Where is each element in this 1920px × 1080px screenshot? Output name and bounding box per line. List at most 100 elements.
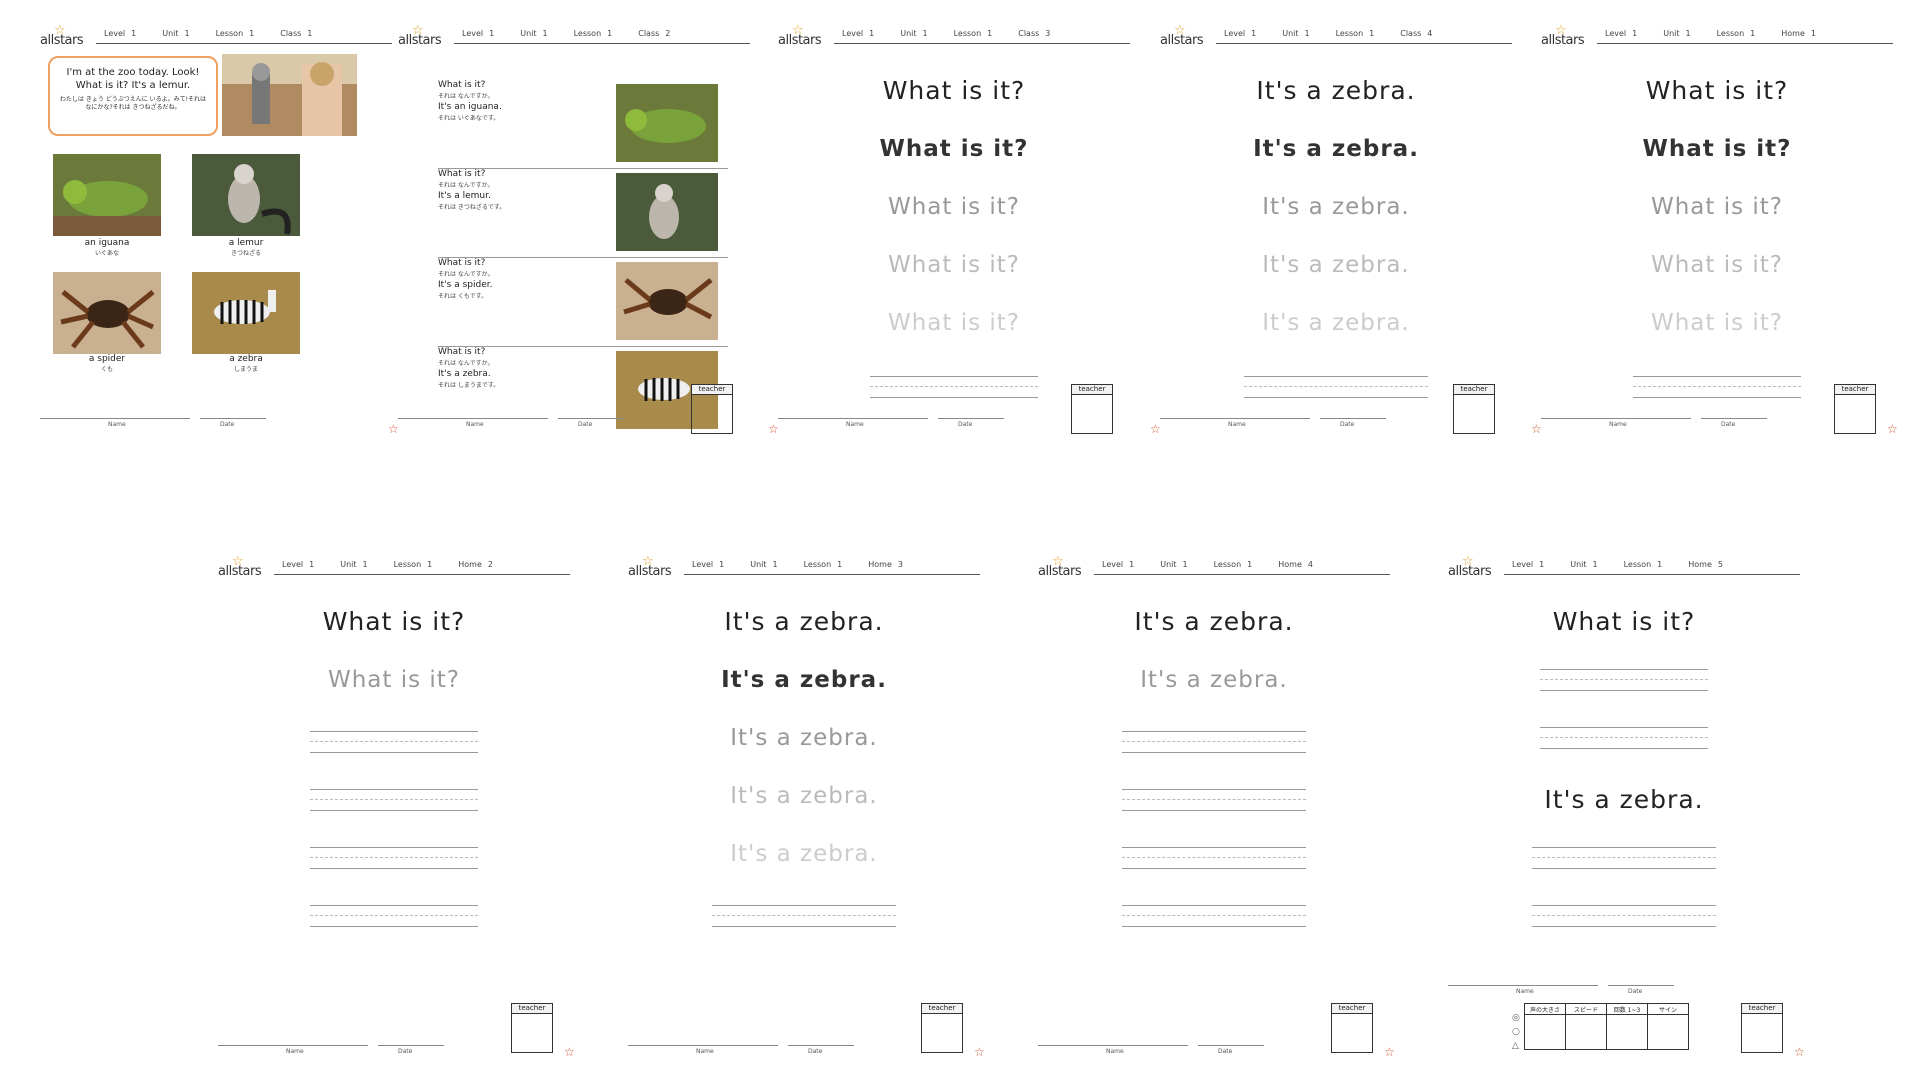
trace-line: It's a zebra. — [1262, 310, 1410, 336]
writing-line[interactable] — [310, 905, 478, 927]
teacher-box: teacher — [511, 1003, 553, 1053]
name-line — [1541, 418, 1691, 419]
eval-marks: ◎ ○ △ — [1512, 1013, 1520, 1051]
name-line — [1448, 985, 1598, 986]
sheet-header: ☆ allstars Level 1 Unit 1 Lesson 1 Home 4 — [1038, 554, 1390, 581]
trace-line: It's a zebra. — [1262, 252, 1410, 278]
writing-line[interactable] — [310, 789, 478, 811]
writing-line[interactable] — [712, 905, 896, 927]
sheet-header: ☆ allstars Level 1 Unit 1 Lesson 1 Home 2 — [218, 554, 570, 581]
trace-line: It's a zebra. — [730, 725, 878, 751]
writing-line[interactable] — [1532, 905, 1716, 927]
star-icon: ☆ — [768, 422, 779, 436]
name-line — [40, 418, 190, 419]
writing-line[interactable] — [1122, 905, 1306, 927]
worksheet-home-4: ☆ allstars Level 1 Unit 1 Lesson 1 Home 4 It'… — [1038, 554, 1395, 1059]
writing-line[interactable] — [1122, 789, 1306, 811]
writing-line[interactable] — [310, 847, 478, 869]
date-line — [788, 1045, 854, 1046]
allstars-logo: ☆ allstars — [1160, 23, 1204, 48]
zebra-image — [192, 272, 300, 354]
teacher-box: teacher — [1331, 1003, 1373, 1053]
date-line — [938, 418, 1004, 419]
prompt-text: What is it? — [322, 607, 466, 636]
star-icon: ☆ — [1531, 422, 1542, 436]
trace-line: It's a zebra. — [721, 667, 887, 693]
name-line — [1038, 1045, 1188, 1046]
trace-line: What is it? — [887, 194, 1021, 220]
prompt-text: It's a zebra. — [1256, 76, 1416, 105]
trace-line: It's a zebra. — [730, 783, 878, 809]
star-icon: ☆ — [974, 1045, 985, 1059]
star-icon: ☆ — [388, 422, 399, 436]
prompt-text: What is it? — [1552, 607, 1696, 636]
sheet-header: ☆ allstars Level 1 Unit 1 Lesson 1 Class 2 — [398, 23, 750, 50]
speech-bubble: I'm at the zoo today. Look! What is it? … — [48, 56, 218, 136]
worksheet-home-2: ☆ allstars Level 1 Unit 1 Lesson 1 Home 2 Wha… — [218, 554, 575, 1059]
worksheet-class-1: ☆ allstars Level 1 Unit 1 Lesson 1 Class 1 I'… — [40, 23, 392, 524]
name-line — [628, 1045, 778, 1046]
spider-image — [53, 272, 161, 354]
date-line — [1320, 418, 1386, 419]
name-line — [218, 1045, 368, 1046]
date-line — [378, 1045, 444, 1046]
date-line — [200, 418, 266, 419]
writing-line[interactable] — [1540, 727, 1708, 749]
trace-line: It's a zebra. — [1140, 667, 1288, 693]
teacher-box: teacher — [1071, 384, 1113, 434]
sheet-header: ☆ allstars Level 1 Unit 1 Lesson 1 Home 5 — [1448, 554, 1800, 581]
writing-line[interactable] — [310, 731, 478, 753]
prompt-text: What is it? — [1645, 76, 1789, 105]
sheet-header: ☆ allstars Level 1 Unit 1 Lesson 1 Class 4 — [1160, 23, 1512, 50]
question-row: What is it? それは なんですか。 It's a spider. それは く… — [438, 258, 728, 347]
writing-line[interactable] — [870, 376, 1038, 398]
worksheet-home-3: ☆ allstars Level 1 Unit 1 Lesson 1 Home 3 It'… — [628, 554, 985, 1059]
name-line — [778, 418, 928, 419]
teacher-box: teacher — [1834, 384, 1876, 434]
animal-caption: a lemur きつねざる — [228, 238, 264, 257]
lemur-image — [192, 154, 300, 236]
animal-caption: an iguana いぐあな — [84, 238, 130, 257]
question-row: What is it? それは なんですか。 It's a lemur. それは きつ… — [438, 169, 728, 258]
writing-line[interactable] — [1540, 669, 1708, 691]
star-icon: ☆ — [564, 1045, 575, 1059]
trace-line: It's a zebra. — [1262, 194, 1410, 220]
star-icon: ☆ — [1150, 422, 1161, 436]
trace-line: It's a zebra. — [1253, 136, 1419, 162]
star-icon: ☆ — [1384, 1045, 1395, 1059]
teacher-box: teacher — [1453, 384, 1495, 434]
worksheet-home-1: ☆ allstars Level 1 Unit 1 Lesson 1 Home 1 Wha… — [1531, 23, 1898, 436]
spider-image — [616, 262, 718, 340]
allstars-logo: ☆ allstars — [1541, 23, 1585, 48]
date-line — [1198, 1045, 1264, 1046]
allstars-logo: ☆ allstars — [628, 554, 672, 579]
sheet-header: ☆ allstars Level 1 Unit 1 Lesson 1 Class 1 — [40, 23, 392, 50]
writing-line[interactable] — [1122, 731, 1306, 753]
date-line — [558, 418, 624, 419]
allstars-logo: ☆ allstars — [1448, 554, 1492, 579]
writing-line[interactable] — [1633, 376, 1801, 398]
prompt-text: It's a zebra. — [724, 607, 884, 636]
zoo-photo — [222, 54, 357, 136]
teacher-box: teacher — [921, 1003, 963, 1053]
teacher-box: teacher — [1741, 1003, 1783, 1053]
allstars-logo: ☆ allstars — [1038, 554, 1082, 579]
name-line — [398, 418, 548, 419]
answer-text: It's a zebra. — [1544, 785, 1704, 814]
trace-line: What is it? — [1650, 252, 1784, 278]
iguana-image — [616, 84, 718, 162]
writing-line[interactable] — [1122, 847, 1306, 869]
iguana-image — [53, 154, 161, 236]
allstars-logo: ☆ allstars — [778, 23, 822, 48]
animal-caption: a zebra しまうま — [229, 354, 263, 373]
trace-line: What is it? — [1650, 310, 1784, 336]
writing-line[interactable] — [1532, 847, 1716, 869]
trace-line: What is it? — [1642, 136, 1792, 162]
animal-caption: a spider くも — [88, 354, 126, 373]
worksheet-class-3: ☆ allstars Level 1 Unit 1 Lesson 1 Class 3 Wh… — [768, 23, 1130, 524]
teacher-box: teacher — [691, 384, 733, 434]
prompt-text: What is it? — [882, 76, 1026, 105]
trace-line: What is it? — [327, 667, 461, 693]
writing-line[interactable] — [1244, 376, 1428, 398]
sheet-header: ☆ allstars Level 1 Unit 1 Lesson 1 Class 3 — [778, 23, 1130, 50]
